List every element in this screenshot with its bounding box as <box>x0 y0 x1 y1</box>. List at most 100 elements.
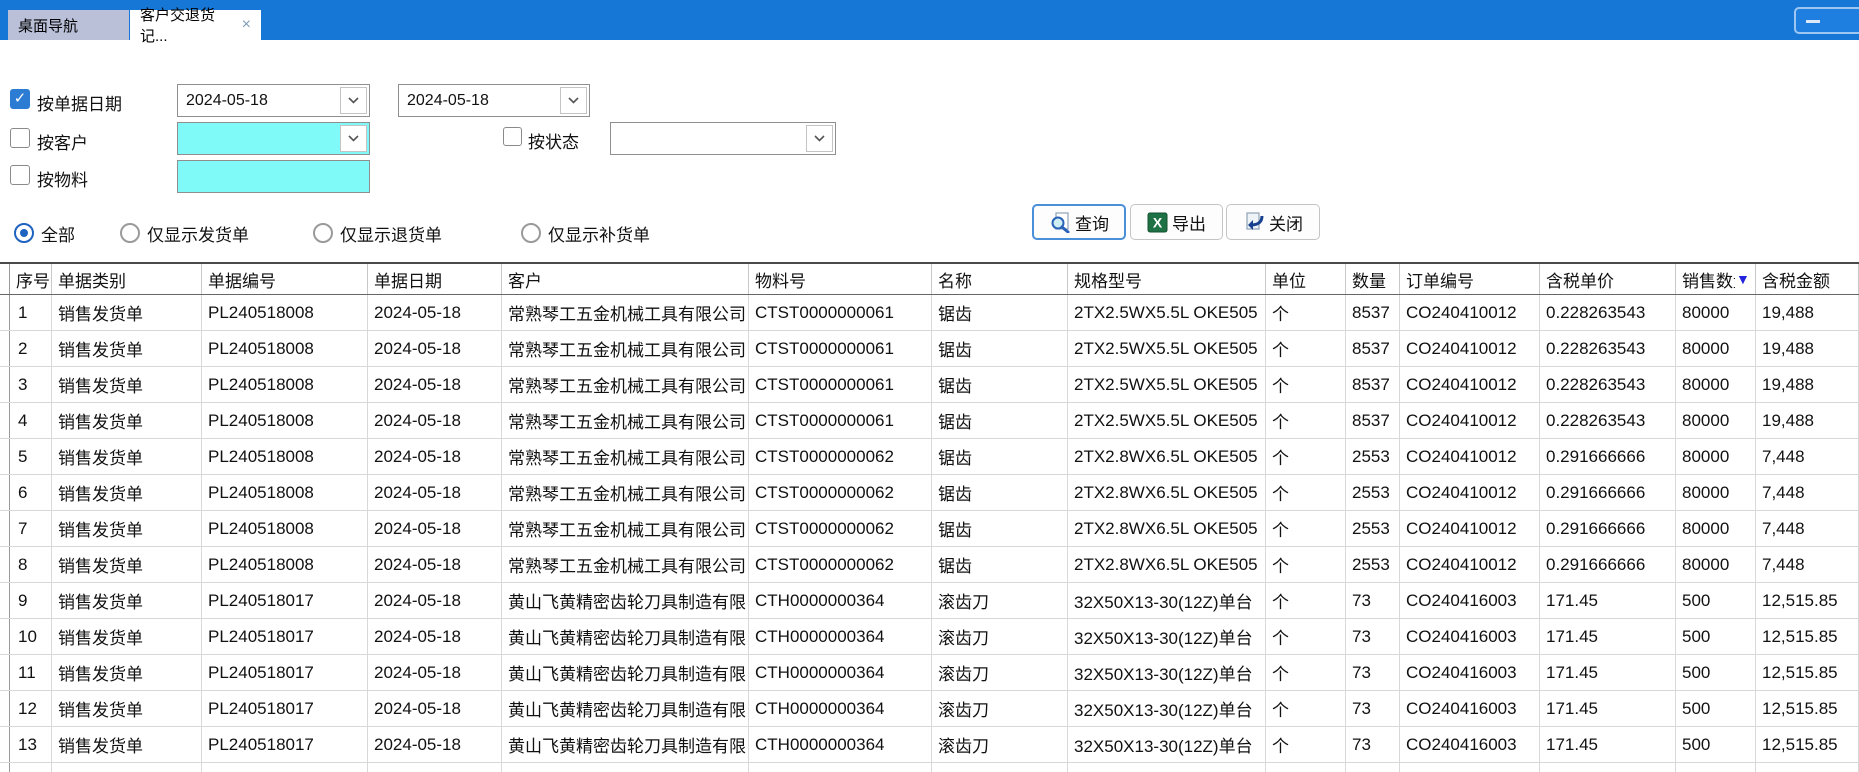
column-header-name[interactable]: 名称 <box>932 264 1068 294</box>
column-header-spec[interactable]: 规格型号 <box>1068 264 1266 294</box>
row-selector-gutter[interactable] <box>0 619 10 654</box>
cell-qty: 8537 <box>1346 295 1400 330</box>
by-date-checkbox[interactable]: ✓ <box>10 89 30 109</box>
cell-tax-price: 0.228263543 <box>1540 295 1676 330</box>
radio-option-delivery-only[interactable]: 仅显示发货单 <box>120 221 249 245</box>
date-from-combobox[interactable]: 2024-05-18 <box>177 84 370 117</box>
column-header-row-index[interactable]: 序号 <box>10 264 52 294</box>
by-customer-checkbox[interactable]: ✓ <box>10 128 30 148</box>
cell-material-no: CTH0000000364 <box>749 691 932 726</box>
chevron-down-icon[interactable] <box>560 87 587 114</box>
cell-customer: 黄山飞黄精密齿轮刀具制造有限 <box>502 583 749 618</box>
cell-row-index: 10 <box>10 619 52 654</box>
cell-row-index: 7 <box>10 511 52 546</box>
cell-spec: 2TX2.8WX6.5L OKE505 <box>1068 547 1266 582</box>
by-material-checkbox[interactable]: ✓ <box>10 165 30 185</box>
table-row[interactable]: 1销售发货单PL2405180082024-05-18常熟琴工五金机械工具有限公… <box>0 295 1859 331</box>
cell-sale-qty: 500 <box>1676 727 1756 762</box>
table-row[interactable]: 13销售发货单PL2405180172024-05-18黄山飞黄精密齿轮刀具制造… <box>0 727 1859 763</box>
cell-doc-no: PL240518008 <box>202 475 368 510</box>
row-selector-gutter[interactable] <box>0 403 10 438</box>
row-selector-gutter[interactable] <box>0 295 10 330</box>
chevron-down-icon[interactable] <box>340 125 367 152</box>
svg-text:X: X <box>1153 214 1163 230</box>
cell-row-index: 9 <box>10 583 52 618</box>
radio-option-all[interactable]: 全部 <box>14 221 75 245</box>
cell-tax-price: 0.291666666 <box>1540 511 1676 546</box>
cell-doc-date: 2024-05-18 <box>368 295 502 330</box>
cell-empty <box>368 763 502 772</box>
date-to-combobox[interactable]: 2024-05-18 <box>398 84 590 117</box>
cell-spec: 32X50X13-30(12Z)单台 <box>1068 655 1266 690</box>
column-header-doc-no[interactable]: 单据编号 <box>202 264 368 294</box>
cell-order-no: CO240410012 <box>1400 439 1540 474</box>
cell-empty <box>502 763 749 772</box>
column-header-tax-amount[interactable]: 含税金额 <box>1756 264 1859 294</box>
tab-customer-delivery-return-records[interactable]: 客户交退货记... × <box>130 10 261 40</box>
table-row[interactable]: 2销售发货单PL2405180082024-05-18常熟琴工五金机械工具有限公… <box>0 331 1859 367</box>
column-header-sale-qty[interactable]: 销售数量▼ <box>1676 264 1756 294</box>
cell-tax-amount: 19,488 <box>1756 403 1859 438</box>
table-row[interactable]: 7销售发货单PL2405180082024-05-18常熟琴工五金机械工具有限公… <box>0 511 1859 547</box>
table-row[interactable]: 4销售发货单PL2405180082024-05-18常熟琴工五金机械工具有限公… <box>0 403 1859 439</box>
row-selector-gutter[interactable] <box>0 727 10 762</box>
table-row[interactable]: 5销售发货单PL2405180082024-05-18常熟琴工五金机械工具有限公… <box>0 439 1859 475</box>
column-header-order-no[interactable]: 订单编号 <box>1400 264 1540 294</box>
cell-doc-no: PL240518008 <box>202 331 368 366</box>
radio-option-return-only[interactable]: 仅显示退货单 <box>313 221 442 245</box>
cell-tax-amount: 19,488 <box>1756 331 1859 366</box>
column-header-unit[interactable]: 单位 <box>1266 264 1346 294</box>
column-header-tax-price[interactable]: 含税单价 <box>1540 264 1676 294</box>
row-selector-gutter[interactable] <box>0 583 10 618</box>
radio-icon <box>120 223 140 243</box>
cell-tax-amount: 12,515.85 <box>1756 619 1859 654</box>
row-selector-gutter[interactable] <box>0 439 10 474</box>
cell-tax-price: 0.228263543 <box>1540 331 1676 366</box>
cell-doc-no: PL240518008 <box>202 367 368 402</box>
query-button[interactable]: 查询 <box>1032 204 1126 240</box>
cell-doc-date: 2024-05-18 <box>368 439 502 474</box>
tab-close-icon[interactable]: × <box>242 17 251 33</box>
customer-combobox[interactable] <box>177 122 370 155</box>
column-header-doc-type[interactable]: 单据类别 <box>52 264 202 294</box>
row-selector-gutter[interactable] <box>0 511 10 546</box>
cell-material-no: CTH0000000364 <box>749 655 932 690</box>
cell-tax-amount: 7,448 <box>1756 547 1859 582</box>
cell-material-no: CTST0000000061 <box>749 403 932 438</box>
radio-option-replenish-only[interactable]: 仅显示补货单 <box>521 221 650 245</box>
row-selector-gutter[interactable] <box>0 367 10 402</box>
row-selector-gutter[interactable] <box>0 475 10 510</box>
cell-doc-type: 销售发货单 <box>52 439 202 474</box>
column-header-qty[interactable]: 数量 <box>1346 264 1400 294</box>
cell-order-no: CO240416003 <box>1400 619 1540 654</box>
table-row[interactable]: 8销售发货单PL2405180082024-05-18常熟琴工五金机械工具有限公… <box>0 547 1859 583</box>
tab-label: 桌面导航 <box>18 15 78 36</box>
row-selector-gutter[interactable] <box>0 655 10 690</box>
table-row[interactable]: 9销售发货单PL2405180172024-05-18黄山飞黄精密齿轮刀具制造有… <box>0 583 1859 619</box>
column-header-material-no[interactable]: 物料号 <box>749 264 932 294</box>
chevron-down-icon[interactable] <box>340 87 367 114</box>
table-row[interactable]: 6销售发货单PL2405180082024-05-18常熟琴工五金机械工具有限公… <box>0 475 1859 511</box>
cell-sale-qty: 500 <box>1676 619 1756 654</box>
by-status-checkbox[interactable]: ✓ <box>503 127 522 146</box>
cell-empty <box>749 763 932 772</box>
cell-doc-no: PL240518008 <box>202 403 368 438</box>
tabstrip-overflow-button[interactable] <box>1794 7 1859 34</box>
column-header-customer[interactable]: 客户 <box>502 264 749 294</box>
chevron-down-icon[interactable] <box>806 125 833 152</box>
status-combobox[interactable] <box>610 122 836 155</box>
table-row[interactable]: 10销售发货单PL2405180172024-05-18黄山飞黄精密齿轮刀具制造… <box>0 619 1859 655</box>
row-selector-gutter[interactable] <box>0 547 10 582</box>
tab-desktop-navigation[interactable]: 桌面导航 <box>8 10 129 40</box>
material-input[interactable] <box>177 160 370 193</box>
column-header-doc-date[interactable]: 单据日期 <box>368 264 502 294</box>
row-selector-gutter[interactable] <box>0 331 10 366</box>
row-selector-gutter[interactable] <box>0 691 10 726</box>
close-button[interactable]: 关闭 <box>1226 204 1320 240</box>
table-row[interactable]: 3销售发货单PL2405180082024-05-18常熟琴工五金机械工具有限公… <box>0 367 1859 403</box>
export-button[interactable]: X 导出 <box>1130 204 1223 240</box>
table-row[interactable]: 12销售发货单PL2405180172024-05-18黄山飞黄精密齿轮刀具制造… <box>0 691 1859 727</box>
query-button-label: 查询 <box>1075 210 1109 235</box>
cell-empty <box>1266 763 1346 772</box>
table-row[interactable]: 11销售发货单PL2405180172024-05-18黄山飞黄精密齿轮刀具制造… <box>0 655 1859 691</box>
